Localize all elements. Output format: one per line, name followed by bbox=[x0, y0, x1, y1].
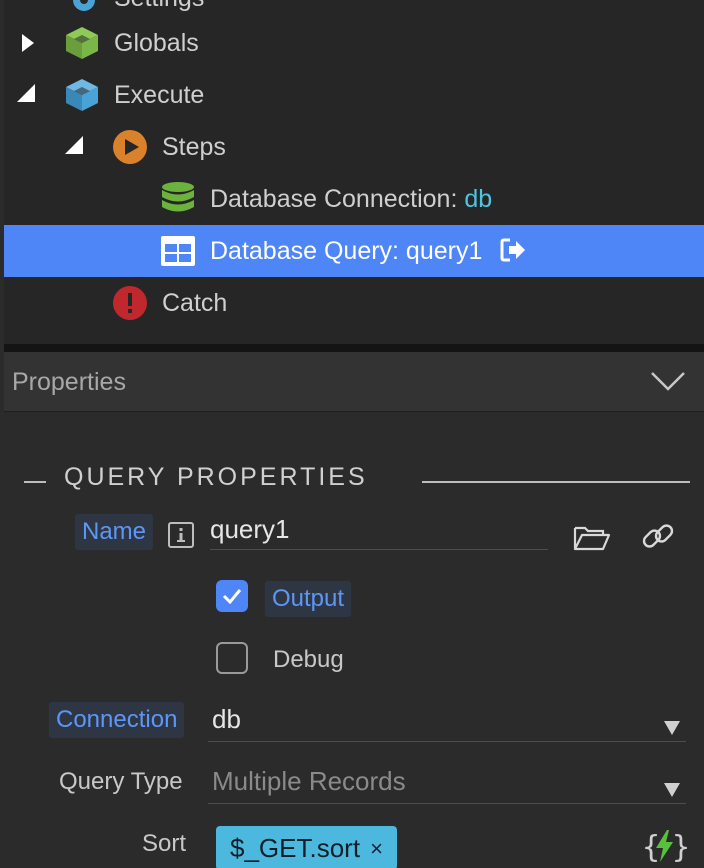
tree-item-label: Database Connection: bbox=[210, 185, 465, 213]
section-divider bbox=[422, 481, 690, 483]
chevron-down-icon[interactable] bbox=[650, 370, 686, 392]
checkmark-icon bbox=[222, 589, 242, 604]
properties-title: Properties bbox=[12, 368, 126, 396]
tree-item-label: Catch bbox=[162, 289, 228, 317]
tree-item-database-connection[interactable]: Database Connection: db bbox=[4, 173, 704, 225]
play-icon bbox=[112, 129, 148, 165]
collapse-arrow-icon[interactable] bbox=[16, 83, 36, 103]
caret-down-icon bbox=[664, 712, 680, 735]
connection-select[interactable]: db bbox=[208, 700, 686, 742]
sort-label: Sort bbox=[142, 830, 187, 857]
panel-divider[interactable] bbox=[4, 344, 704, 352]
query-type-select-value: Multiple Records bbox=[212, 766, 406, 796]
steps-tree: Settings Globals E bbox=[4, 0, 704, 344]
query-type-select[interactable]: Multiple Records bbox=[208, 762, 686, 804]
link-icon[interactable] bbox=[638, 518, 678, 554]
properties-header[interactable]: Properties bbox=[4, 352, 704, 412]
remove-tag-button[interactable]: × bbox=[370, 833, 383, 862]
tree-item-label: Execute bbox=[114, 81, 205, 109]
info-icon[interactable] bbox=[168, 522, 194, 548]
output-label[interactable]: Output bbox=[265, 581, 352, 617]
tree-item-label: Database Query: query1 bbox=[210, 237, 483, 265]
tree-item-label: Settings bbox=[114, 0, 204, 13]
debug-label[interactable]: Debug bbox=[273, 646, 344, 674]
debug-checkbox[interactable] bbox=[216, 642, 248, 674]
gear-icon bbox=[66, 0, 102, 18]
output-checkbox[interactable] bbox=[216, 580, 248, 612]
tree-item-globals[interactable]: Globals bbox=[4, 17, 704, 69]
output-arrow-icon bbox=[498, 235, 528, 265]
tree-item-database-query[interactable]: Database Query: query1 bbox=[4, 225, 704, 277]
name-field[interactable] bbox=[210, 510, 548, 550]
tree-item-catch[interactable]: Catch bbox=[4, 277, 704, 329]
cube-icon bbox=[64, 77, 100, 113]
name-label: Name bbox=[75, 514, 154, 550]
section-title: QUERY PROPERTIES bbox=[64, 463, 368, 491]
connection-name: db bbox=[464, 185, 493, 213]
cube-icon bbox=[64, 25, 100, 61]
tree-item-steps[interactable]: Steps bbox=[4, 121, 704, 173]
exclamation-icon bbox=[112, 285, 148, 321]
tree-item-execute[interactable]: Execute bbox=[4, 69, 704, 121]
section-divider bbox=[24, 481, 46, 483]
query-type-label: Query Type bbox=[59, 768, 183, 795]
sort-tag[interactable]: $_GET.sort × bbox=[216, 826, 397, 868]
connection-label: Connection bbox=[49, 702, 185, 738]
tree-item-label: Steps bbox=[162, 133, 226, 161]
caret-down-icon bbox=[664, 774, 680, 797]
tree-item-label: Globals bbox=[114, 29, 199, 57]
sort-tag-label: $_GET.sort bbox=[230, 833, 361, 863]
database-icon bbox=[160, 181, 196, 217]
table-icon bbox=[160, 233, 196, 269]
svg-text:}: } bbox=[672, 830, 688, 865]
lightning-icon[interactable]: { } bbox=[642, 826, 688, 866]
connection-select-value: db bbox=[212, 704, 241, 734]
folder-open-icon[interactable] bbox=[572, 520, 612, 556]
collapse-arrow-icon[interactable] bbox=[64, 135, 84, 155]
expand-arrow-icon[interactable] bbox=[18, 33, 38, 53]
